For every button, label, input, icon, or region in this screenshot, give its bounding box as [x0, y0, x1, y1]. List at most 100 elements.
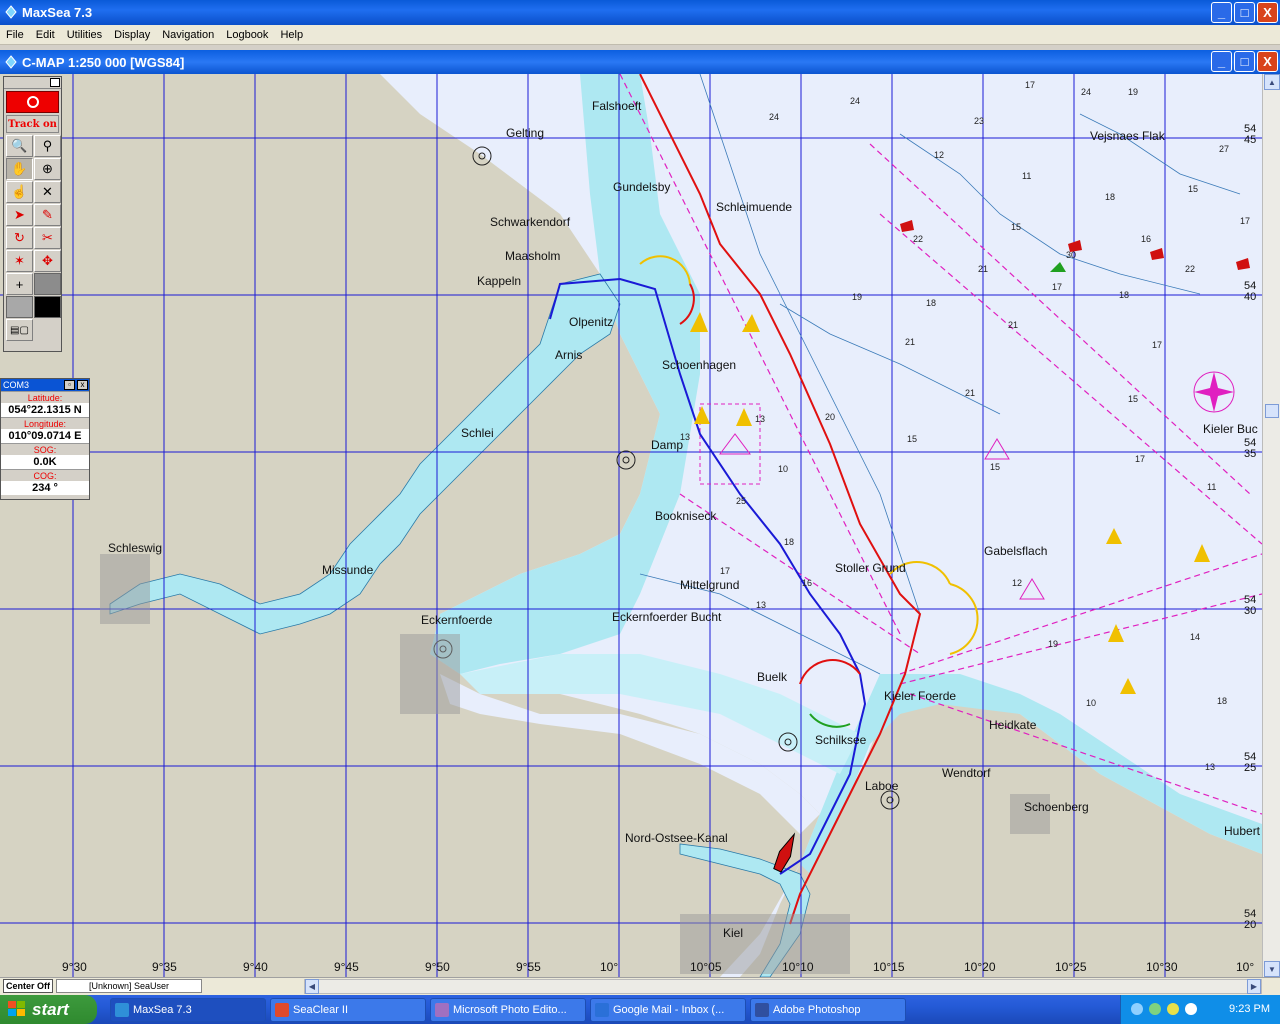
place-label: Kiel: [723, 926, 744, 940]
tool-palette-header[interactable]: [4, 77, 61, 89]
taskbar-item-photo-editor[interactable]: Microsoft Photo Edito...: [430, 998, 586, 1022]
sog-value: 0.0K: [1, 455, 89, 469]
compass-tool-icon[interactable]: ⚲: [34, 135, 61, 157]
range-tool-icon[interactable]: ✕: [34, 181, 61, 203]
minimize-button[interactable]: _: [1211, 2, 1232, 23]
cog-label: COG:: [1, 469, 89, 481]
maximize-button[interactable]: □: [1234, 2, 1255, 23]
color-swatch-black[interactable]: [34, 296, 61, 318]
place-label: Hubert: [1224, 824, 1261, 838]
menu-edit[interactable]: Edit: [30, 29, 61, 41]
menu-help[interactable]: Help: [274, 29, 309, 41]
maxsea-app-icon: [115, 1003, 129, 1017]
taskbar-item-google-mail[interactable]: Google Mail - Inbox (...: [590, 998, 746, 1022]
com-panel-close[interactable]: x: [77, 380, 88, 390]
depth-sounding: 23: [974, 116, 985, 126]
depth-sounding: 17: [1052, 282, 1063, 292]
chart-maximize-button[interactable]: □: [1234, 51, 1255, 72]
start-label: start: [32, 999, 69, 1019]
place-label: Eckernfoerde: [421, 613, 493, 627]
select-arrow-icon[interactable]: ➤: [6, 204, 33, 226]
longitude-label: 9°45: [334, 960, 359, 974]
depth-sounding: 21: [965, 388, 976, 398]
hand-tool-icon[interactable]: ☝: [6, 181, 33, 203]
depth-sounding: 17: [1240, 216, 1251, 226]
chart-window-titlebar: C-MAP 1:250 000 [WGS84] _ □ X: [0, 50, 1280, 74]
user-status: [Unknown] SeaUser: [56, 979, 202, 993]
depth-sounding: 18: [1105, 192, 1116, 202]
chart-minimize-button[interactable]: _: [1211, 51, 1232, 72]
depth-sounding: 17: [1025, 80, 1036, 90]
rotate-tool-icon[interactable]: ↻: [6, 227, 33, 249]
depth-sounding: 16: [1141, 234, 1152, 244]
tool-palette: Track on 🔍 ⚲ ✋ ⊕ ☝ ✕ ➤ ✎ ↻ ✂ ✶ ✥ + ▤▢: [3, 76, 62, 352]
depth-sounding: 10: [1086, 698, 1097, 708]
horizontal-scrollbar[interactable]: ◀ ▶: [304, 979, 1262, 994]
depth-sounding: 18: [784, 537, 795, 547]
crosshair-tool-icon[interactable]: ⊕: [34, 158, 61, 180]
place-label: Eckernfoerder Bucht: [612, 610, 722, 624]
move-tool-icon[interactable]: ✥: [34, 250, 61, 272]
menu-display[interactable]: Display: [108, 29, 156, 41]
chart-window-title: C-MAP 1:250 000 [WGS84]: [22, 54, 185, 70]
tray-network-icon[interactable]: [1131, 1003, 1143, 1015]
taskbar-item-seaclear[interactable]: SeaClear II: [270, 998, 426, 1022]
close-button[interactable]: X: [1257, 2, 1278, 23]
place-label: Heidkate: [989, 718, 1037, 732]
display-tool-icon[interactable]: ▤▢: [6, 319, 33, 341]
color-swatch-gray[interactable]: [34, 273, 61, 295]
pan-hand-tool-icon[interactable]: ✋: [6, 158, 33, 180]
tray-wireless-icon[interactable]: [1149, 1003, 1161, 1015]
latitude-label: 54 45: [1244, 123, 1257, 146]
place-label: Gelting: [506, 126, 545, 140]
depth-sounding: 10: [778, 464, 789, 474]
latitude-label: 54 40: [1244, 280, 1257, 303]
scissors-tool-icon[interactable]: ✂: [34, 227, 61, 249]
taskbar-item-label: MaxSea 7.3: [133, 1004, 192, 1016]
place-label: Gabelsflach: [984, 544, 1048, 558]
start-button[interactable]: start: [0, 995, 97, 1024]
vertical-scroll-thumb[interactable]: [1265, 404, 1279, 418]
mark-tool-icon[interactable]: ✶: [6, 250, 33, 272]
menu-file[interactable]: File: [0, 29, 30, 41]
menu-bar: File Edit Utilities Display Navigation L…: [0, 25, 1280, 45]
tray-volume-icon[interactable]: [1185, 1003, 1197, 1015]
place-label: Damp: [651, 438, 684, 452]
nautical-chart[interactable]: Falshoeft Gelting Gundelsby Schwarkendor…: [0, 74, 1262, 977]
scroll-right-arrow[interactable]: ▶: [1247, 979, 1261, 994]
depth-sounding: 19: [1128, 87, 1139, 97]
taskbar-item-label: Adobe Photoshop: [773, 1004, 861, 1016]
depth-sounding: 20: [825, 412, 836, 422]
depth-sounding: 13: [756, 600, 767, 610]
place-label: Kieler Foerde: [884, 689, 957, 703]
longitude-label: 9°50: [425, 960, 450, 974]
latitude-label-text: Latitude:: [1, 391, 89, 403]
taskbar-item-label: Microsoft Photo Edito...: [453, 1004, 567, 1016]
center-off-button[interactable]: Center Off: [3, 979, 53, 993]
track-on-button[interactable]: Track on: [6, 115, 59, 133]
menu-navigation[interactable]: Navigation: [156, 29, 220, 41]
place-label: Schoenhagen: [662, 358, 737, 372]
scroll-left-arrow[interactable]: ◀: [305, 979, 319, 994]
menu-utilities[interactable]: Utilities: [61, 29, 108, 41]
scroll-up-arrow[interactable]: ▲: [1264, 74, 1280, 90]
record-button[interactable]: [6, 91, 59, 113]
tray-security-icon[interactable]: [1167, 1003, 1179, 1015]
chart-close-button[interactable]: X: [1257, 51, 1278, 72]
zoom-tool-icon[interactable]: 🔍: [6, 135, 33, 157]
vertical-scrollbar[interactable]: ▲ ▼: [1262, 74, 1280, 977]
tool-palette-minimize[interactable]: [50, 78, 60, 87]
chart-status-bar: Center Off [Unknown] SeaUser ◀ ▶: [0, 977, 1280, 995]
place-label: Arnis: [555, 348, 583, 362]
menu-logbook[interactable]: Logbook: [220, 29, 274, 41]
plus-tool-icon[interactable]: +: [6, 273, 33, 295]
taskbar-item-maxsea[interactable]: MaxSea 7.3: [110, 998, 266, 1022]
color-swatch-silver[interactable]: [6, 296, 33, 318]
com-panel-minimize[interactable]: ▫: [64, 380, 75, 390]
depth-sounding: 30: [1066, 250, 1077, 260]
scroll-down-arrow[interactable]: ▼: [1264, 961, 1280, 977]
depth-sounding: 27: [1219, 144, 1230, 154]
place-label: Schilksee: [815, 733, 867, 747]
taskbar-item-photoshop[interactable]: Adobe Photoshop: [750, 998, 906, 1022]
pencil-tool-icon[interactable]: ✎: [34, 204, 61, 226]
